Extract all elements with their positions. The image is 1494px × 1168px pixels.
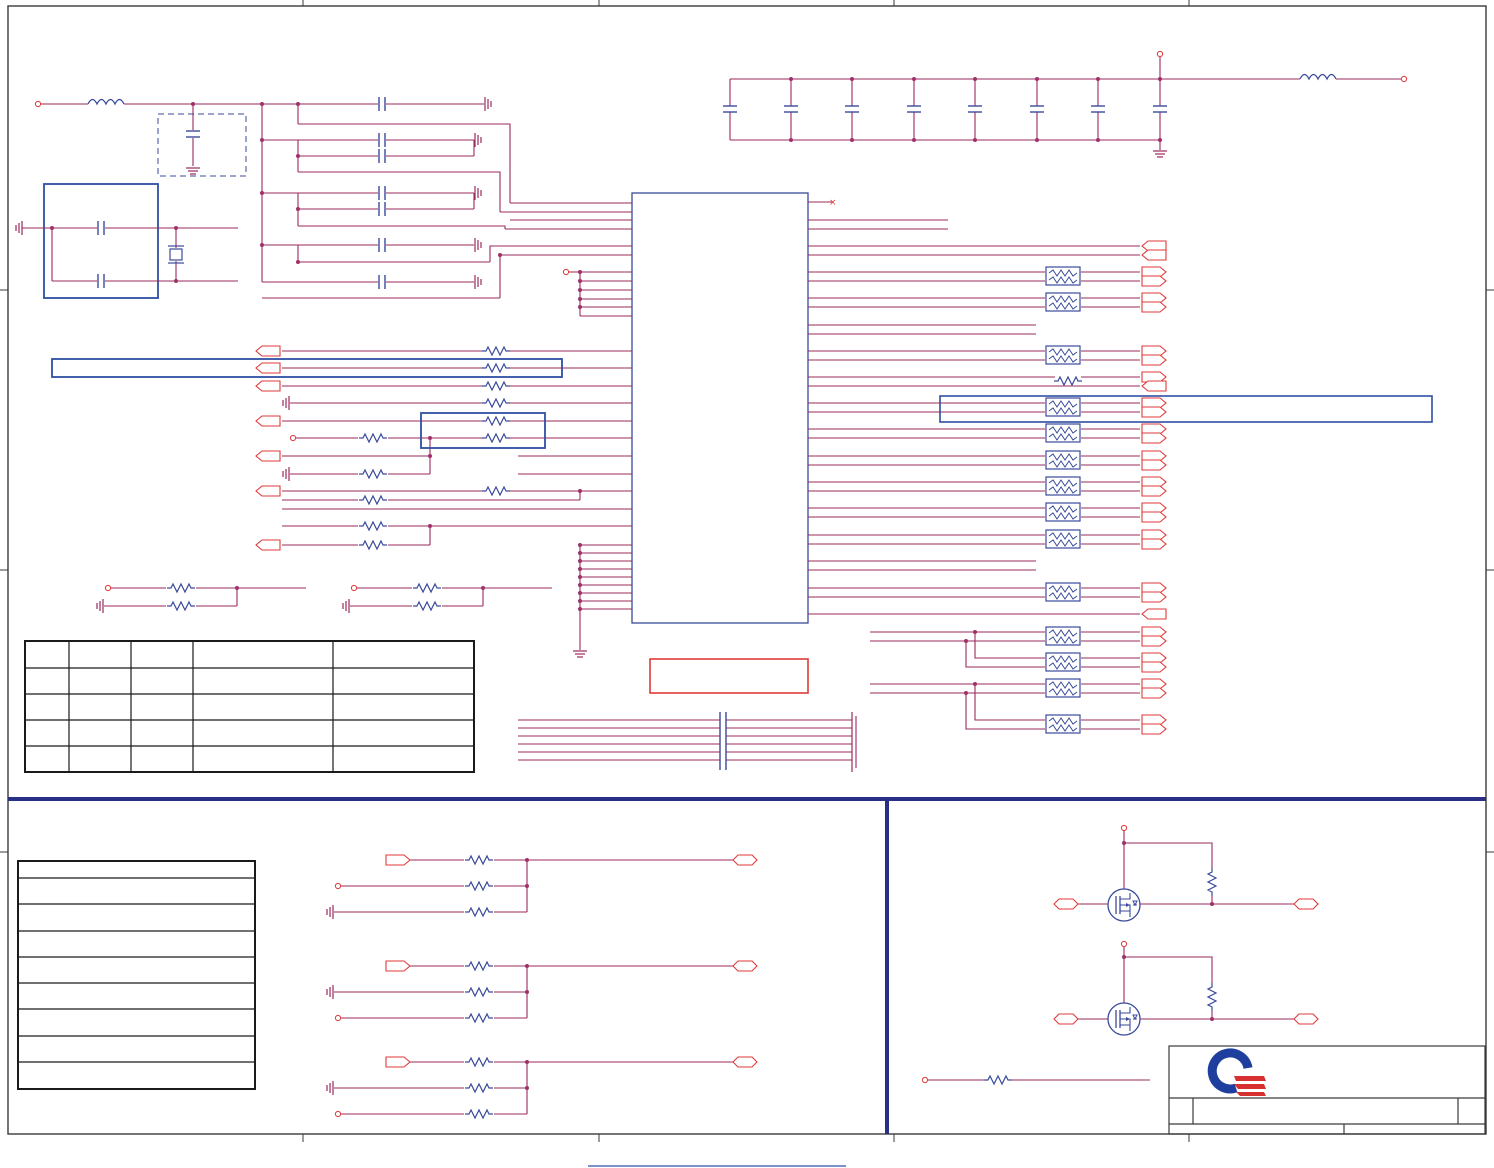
config-table — [24, 640, 475, 773]
company-logo — [1207, 1048, 1266, 1096]
cap-bank — [722, 50, 1408, 158]
highlight-box-right — [939, 395, 1433, 423]
strap-resistors — [96, 583, 552, 614]
right-resistor-packs — [1045, 266, 1083, 734]
main-ic: × — [282, 192, 1140, 658]
bus-capacitor-array — [518, 712, 857, 772]
left-signal-resistors — [51, 345, 581, 551]
optional-component-box — [157, 113, 247, 177]
level-shifters — [921, 824, 1319, 1085]
title-block — [1168, 1045, 1486, 1135]
schematic-sheet: × — [0, 0, 1494, 1167]
bottom-left-straps — [326, 854, 758, 1119]
top-decoupling — [34, 96, 511, 299]
ic-left-pins — [282, 202, 632, 650]
revision-table — [17, 860, 256, 1090]
highlight-box-mid — [420, 412, 546, 449]
no-connect-mark: × — [829, 198, 837, 208]
ic-left-junctions — [578, 270, 582, 611]
lower-right-wires — [870, 631, 1140, 730]
crystal-symbol — [169, 248, 183, 261]
crystal-block — [15, 183, 238, 299]
note-box — [649, 658, 809, 694]
right-connectors — [1141, 240, 1167, 735]
ic-right-pins — [808, 201, 1140, 615]
